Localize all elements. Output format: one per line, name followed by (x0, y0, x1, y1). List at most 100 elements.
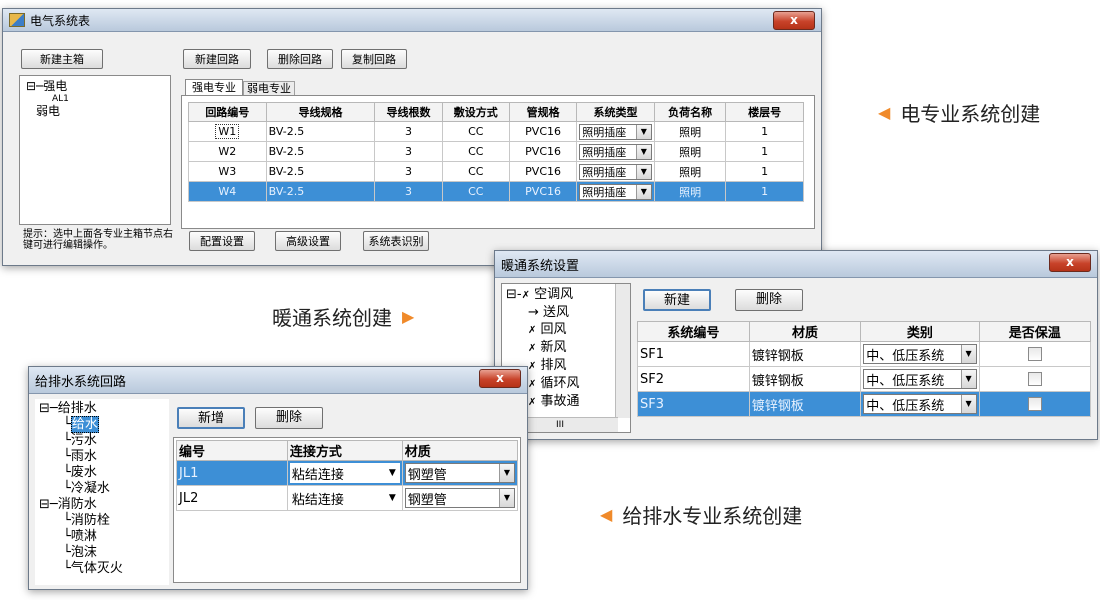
floor-cell[interactable]: 1 (725, 121, 804, 142)
laying-method-cell[interactable]: CC (441, 181, 510, 202)
plumbing-tree[interactable]: ⊟─给排水 └给水 └污水 └雨水 └废水 └冷凝水 ⊟─消防水 └消防栓 └喷… (35, 399, 169, 585)
laying-method-cell[interactable]: CC (441, 161, 510, 182)
table-row[interactable]: W3 BV-2.5 3 CC PVC16 照明插座 ▼ 照明 1 (188, 161, 804, 182)
chevron-down-icon[interactable]: ▼ (635, 164, 651, 179)
wire-count-cell[interactable]: 3 (374, 141, 443, 162)
insulation-checkbox[interactable] (1027, 347, 1042, 361)
wire-spec-cell[interactable]: BV-2.5 (265, 141, 376, 162)
id-cell[interactable]: JL2 (176, 485, 288, 511)
system-id-cell[interactable]: SF3 (637, 391, 750, 417)
table-row[interactable]: W2 BV-2.5 3 CC PVC16 照明插座 ▼ 照明 1 (188, 141, 804, 162)
category-cell[interactable]: 中、低压系统 ▼ (860, 341, 980, 367)
pipe-spec-cell[interactable]: PVC16 (508, 181, 578, 202)
tree-node-wastewater[interactable]: └废水 (39, 465, 123, 481)
floor-cell[interactable]: 1 (725, 141, 804, 162)
add-button[interactable]: 新增 (177, 407, 245, 429)
material-cell[interactable]: 镀锌钢板 (748, 366, 862, 392)
system-type-cell[interactable]: 照明插座 ▼ (576, 121, 655, 142)
floor-cell[interactable]: 1 (725, 161, 804, 182)
connection-select[interactable]: 粘结连接 ▼ (289, 488, 400, 508)
wire-spec-cell[interactable]: BV-2.5 (265, 161, 376, 182)
category-cell[interactable]: 中、低压系统 ▼ (860, 391, 980, 417)
tree-node-sewage[interactable]: └污水 (39, 433, 123, 449)
table-row[interactable]: SF2 镀锌钢板 中、低压系统 ▼ (637, 366, 1092, 392)
system-id-cell[interactable]: SF2 (637, 366, 750, 392)
floor-cell[interactable]: 1 (725, 181, 804, 202)
material-cell[interactable]: 钢塑管 ▼ (401, 460, 519, 486)
circuit-id-cell[interactable]: W4 (188, 181, 267, 202)
insulation-cell[interactable] (978, 341, 1092, 367)
tab-weak-electric[interactable]: 弱电专业 (243, 81, 295, 96)
insulation-cell[interactable] (978, 366, 1092, 392)
system-type-select[interactable]: 照明插座 ▼ (579, 183, 652, 200)
config-settings-button[interactable]: 配置设置 (189, 231, 255, 251)
new-main-box-button[interactable]: 新建主箱 (21, 49, 103, 69)
tree-node-water-supply[interactable]: └给水 (39, 416, 123, 433)
system-table-recognition-button[interactable]: 系统表识别 (363, 231, 429, 251)
load-name-cell[interactable]: 照明 (653, 161, 727, 182)
title-bar[interactable]: 电气系统表 x (3, 9, 821, 32)
chevron-down-icon[interactable]: ▼ (499, 489, 514, 507)
tree-node-foam[interactable]: └泡沫 (39, 545, 123, 561)
title-bar[interactable]: 给排水系统回路 x (29, 367, 527, 394)
close-button[interactable]: x (479, 369, 521, 388)
wire-count-cell[interactable]: 3 (374, 181, 443, 202)
wire-spec-cell[interactable]: BV-2.5 (265, 181, 376, 202)
tree-node-condensate[interactable]: └冷凝水 (39, 481, 123, 497)
delete-button[interactable]: 删除 (255, 407, 323, 429)
tree-node-rainwater[interactable]: └雨水 (39, 449, 123, 465)
material-cell[interactable]: 镀锌钢板 (748, 341, 862, 367)
table-row-selected[interactable]: JL1 粘结连接 ▼ 钢塑管 ▼ (176, 460, 519, 486)
tree-node-weak[interactable]: 弱电 (26, 104, 69, 119)
close-button[interactable]: x (1049, 253, 1091, 272)
insulation-checkbox[interactable] (1027, 397, 1042, 411)
delete-circuit-button[interactable]: 删除回路 (267, 49, 333, 69)
chevron-down-icon[interactable]: ▼ (960, 370, 976, 388)
category-select[interactable]: 中、低压系统 ▼ (863, 344, 977, 364)
tree-node-water-supply-drainage[interactable]: ⊟─给排水 (39, 401, 123, 417)
load-name-cell[interactable]: 照明 (653, 141, 727, 162)
chevron-down-icon[interactable]: ▼ (960, 345, 976, 363)
advanced-settings-button[interactable]: 高级设置 (275, 231, 341, 251)
chevron-down-icon[interactable]: ▼ (635, 124, 651, 139)
system-type-select[interactable]: 照明插座 ▼ (579, 143, 652, 160)
laying-method-cell[interactable]: CC (441, 121, 510, 142)
material-select[interactable]: 钢塑管 ▼ (404, 463, 515, 483)
load-name-cell[interactable]: 照明 (653, 121, 727, 142)
laying-method-cell[interactable]: CC (441, 141, 510, 162)
category-cell[interactable]: 中、低压系统 ▼ (860, 366, 980, 392)
close-button[interactable]: x (773, 11, 815, 30)
title-bar[interactable]: 暖通系统设置 x (495, 251, 1097, 278)
new-button[interactable]: 新建 (643, 289, 711, 311)
insulation-checkbox[interactable] (1027, 372, 1042, 386)
chevron-down-icon[interactable]: ▼ (499, 464, 514, 482)
tree-node-supply[interactable]: → 送风 (506, 304, 580, 321)
connection-cell[interactable]: 粘结连接 ▼ (286, 485, 403, 511)
connection-select[interactable]: 粘结连接 ▼ (289, 463, 400, 483)
table-row[interactable]: JL2 粘结连接 ▼ 钢塑管 ▼ (176, 485, 519, 511)
circuit-id-cell[interactable]: W3 (188, 161, 267, 182)
system-type-cell[interactable]: 照明插座 ▼ (576, 181, 655, 202)
category-select[interactable]: 中、低压系统 ▼ (863, 394, 977, 414)
material-cell[interactable]: 镀锌钢板 (748, 391, 862, 417)
tree-node-fresh[interactable]: ✗ 新风 (506, 339, 580, 357)
tree-node-gas-suppression[interactable]: └气体灭火 (39, 561, 123, 577)
table-row-selected[interactable]: SF3 镀锌钢板 中、低压系统 ▼ (637, 391, 1092, 417)
system-type-cell[interactable]: 照明插座 ▼ (576, 141, 655, 162)
system-type-cell[interactable]: 照明插座 ▼ (576, 161, 655, 182)
chevron-down-icon[interactable]: ▼ (389, 468, 400, 478)
chevron-down-icon[interactable]: ▼ (960, 395, 976, 413)
tree-node-return[interactable]: ✗ 回风 (506, 321, 580, 339)
pipe-spec-cell[interactable]: PVC16 (508, 141, 578, 162)
pipe-spec-cell[interactable]: PVC16 (508, 161, 578, 182)
system-id-cell[interactable]: SF1 (637, 341, 750, 367)
load-name-cell[interactable]: 照明 (653, 181, 727, 202)
tree-node-fire-water[interactable]: ⊟─消防水 (39, 497, 123, 513)
table-row[interactable]: SF1 镀锌钢板 中、低压系统 ▼ (637, 341, 1092, 367)
id-cell[interactable]: JL1 (176, 460, 288, 486)
circuit-id-cell[interactable]: W2 (188, 141, 267, 162)
copy-circuit-button[interactable]: 复制回路 (341, 49, 407, 69)
table-row[interactable]: W1 BV-2.5 3 CC PVC16 照明插座 ▼ 照明 1 (188, 121, 804, 142)
new-circuit-button[interactable]: 新建回路 (183, 49, 251, 69)
circuit-id-cell[interactable]: W1 (188, 121, 267, 142)
